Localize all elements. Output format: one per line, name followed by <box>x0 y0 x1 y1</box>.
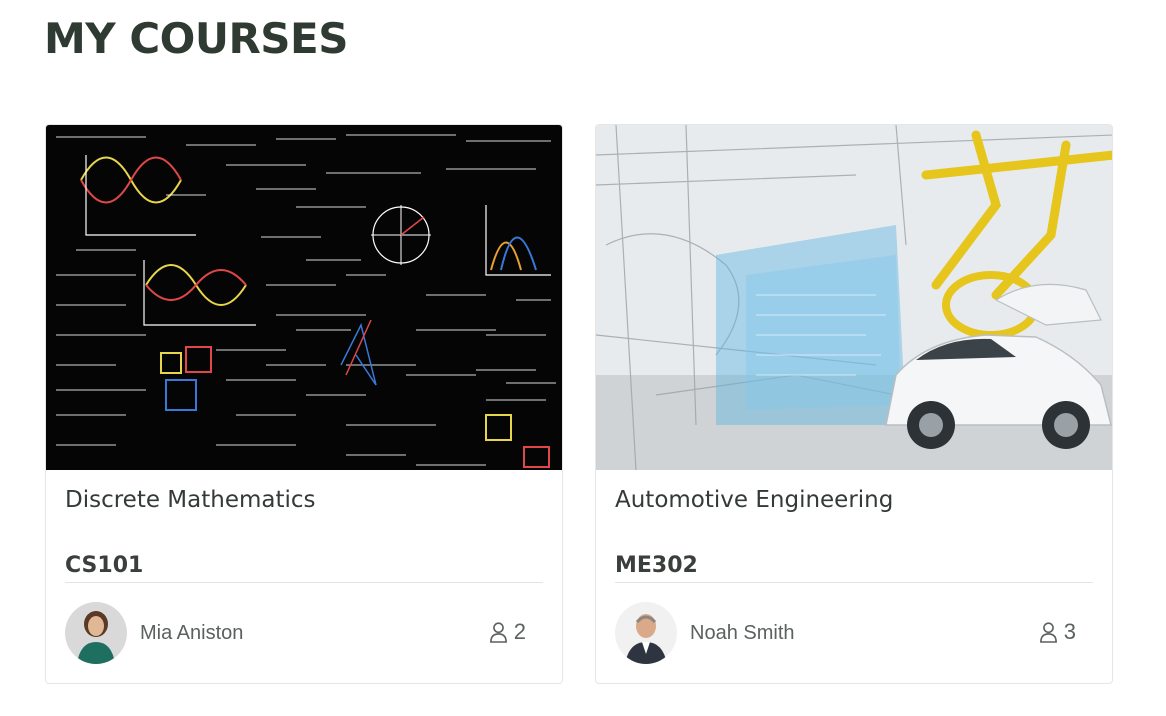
student-count-value: 3 <box>1063 619 1076 644</box>
user-icon <box>489 621 507 643</box>
instructor-avatar <box>615 602 677 664</box>
course-title[interactable]: Automotive Engineering <box>615 487 893 513</box>
card-divider <box>615 582 1093 583</box>
course-code: ME302 <box>615 553 698 578</box>
instructor-name: Noah Smith <box>690 622 795 644</box>
course-title[interactable]: Discrete Mathematics <box>65 487 316 513</box>
instructor-name: Mia Aniston <box>140 622 244 644</box>
student-count: 3 <box>1039 619 1076 645</box>
course-code: CS101 <box>65 553 144 578</box>
card-divider <box>65 582 543 583</box>
page-title: MY COURSES <box>44 14 349 63</box>
instructor-avatar <box>65 602 127 664</box>
student-count-value: 2 <box>513 619 526 644</box>
student-count: 2 <box>489 619 526 645</box>
course-thumbnail-math-chalkboard <box>46 125 562 470</box>
course-thumbnail-car-factory <box>596 125 1112 470</box>
user-icon <box>1039 621 1057 643</box>
course-card-automotive-engineering[interactable]: Automotive Engineering ME302 Noah Smith … <box>595 124 1113 684</box>
course-card-discrete-mathematics[interactable]: Discrete Mathematics CS101 Mia Aniston 2 <box>45 124 563 684</box>
